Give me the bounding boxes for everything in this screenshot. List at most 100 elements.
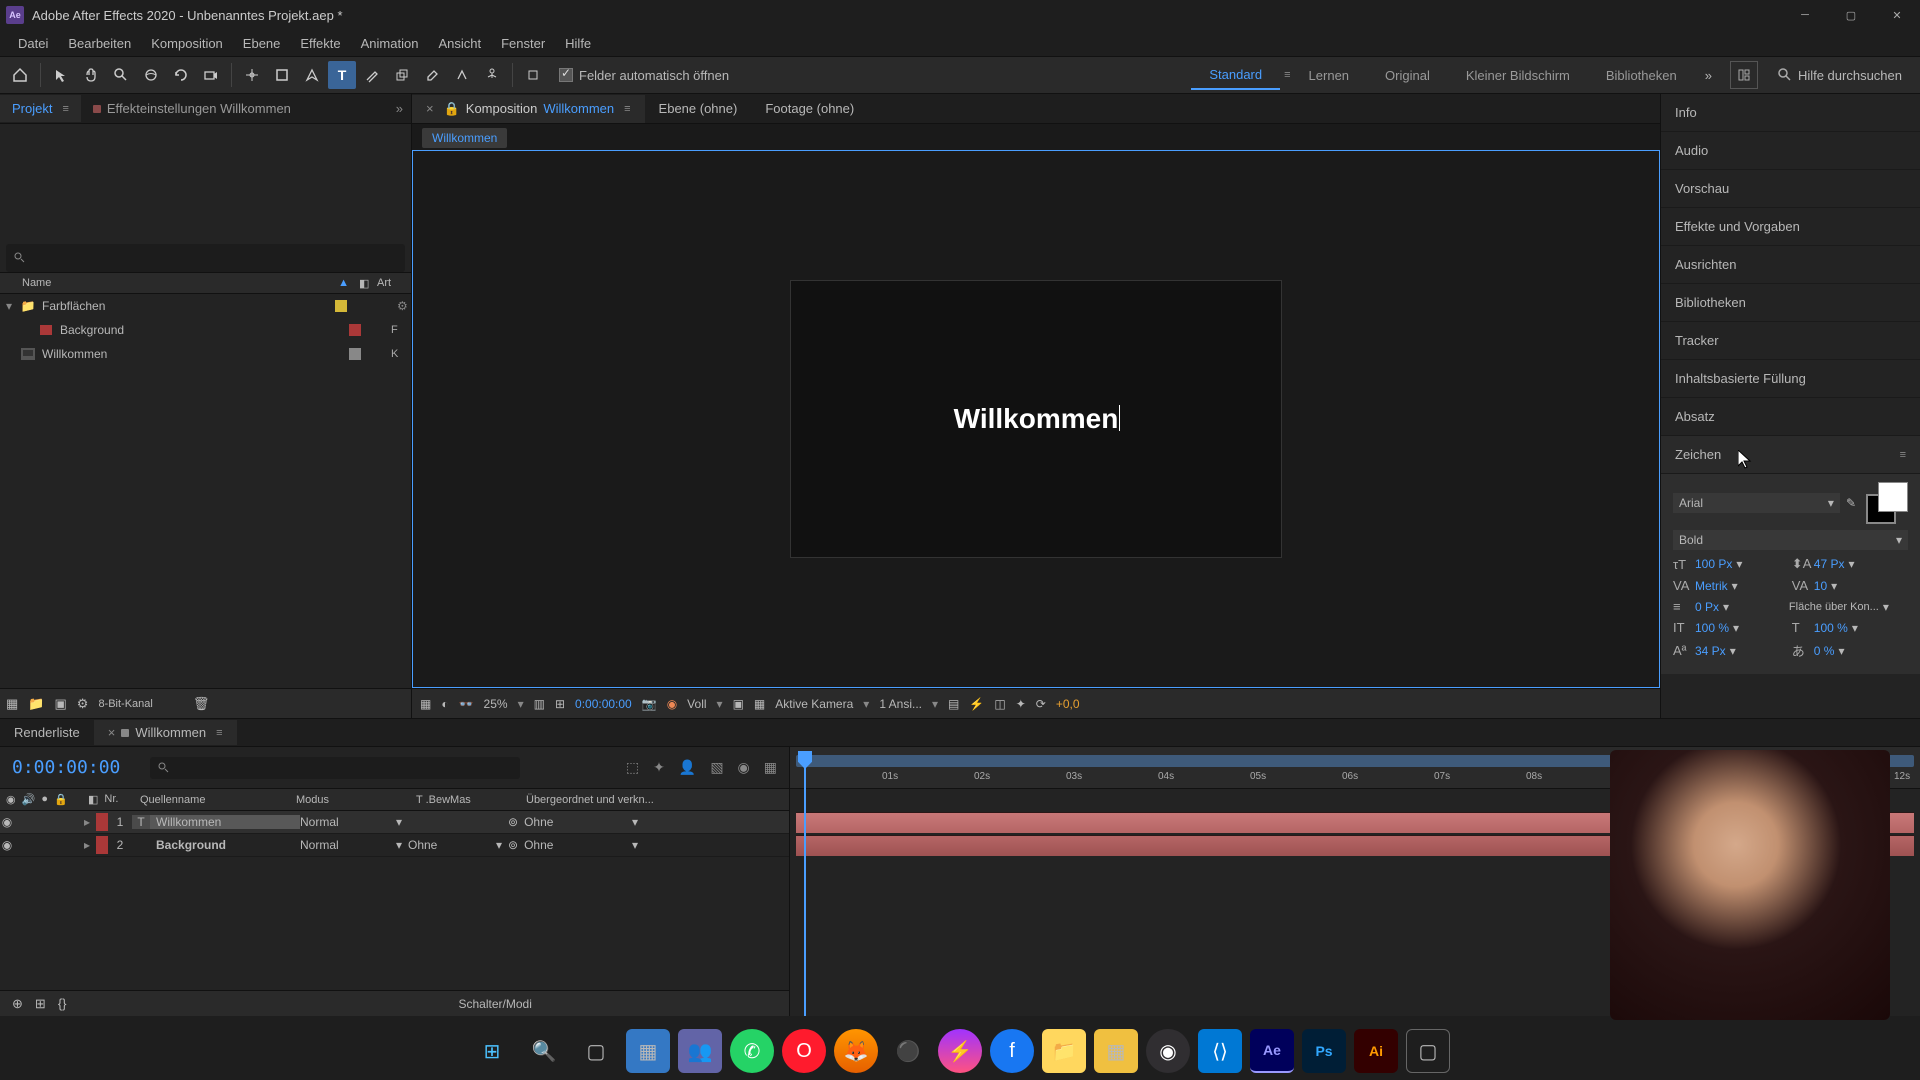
messenger-icon[interactable]: ⚡: [938, 1029, 982, 1073]
exposure-value[interactable]: +0,0: [1056, 697, 1080, 711]
panel-zeichen-header[interactable]: Zeichen≡: [1661, 436, 1920, 474]
panel-inhalt[interactable]: Inhaltsbasierte Füllung: [1661, 360, 1920, 398]
app-icon-1[interactable]: ⚫: [886, 1029, 930, 1073]
frame-blend-icon[interactable]: ▧: [710, 759, 723, 776]
composition-tab[interactable]: × 🔒 Komposition Willkommen ≡: [412, 95, 645, 123]
puppet-tool[interactable]: [478, 61, 506, 89]
channel-icon[interactable]: ◐: [441, 697, 448, 711]
clone-tool[interactable]: [388, 61, 416, 89]
panel-bibliotheken[interactable]: Bibliotheken: [1661, 284, 1920, 322]
menu-effekte[interactable]: Effekte: [290, 32, 350, 55]
grid-icon[interactable]: ⊞: [555, 697, 565, 711]
text-tool[interactable]: T: [328, 61, 356, 89]
views-dropdown[interactable]: 1 Ansi...: [879, 697, 922, 711]
illustrator-icon[interactable]: Ai: [1354, 1029, 1398, 1073]
composition-viewport[interactable]: Willkommen: [412, 150, 1660, 688]
hand-tool[interactable]: [77, 61, 105, 89]
workspace-standard[interactable]: Standard: [1191, 61, 1280, 90]
blend-mode-dropdown[interactable]: Normal▾: [300, 815, 408, 829]
vscale-input[interactable]: IT100 %▾: [1673, 620, 1786, 635]
panel-info[interactable]: Info: [1661, 94, 1920, 132]
home-tool[interactable]: [6, 61, 34, 89]
camera-dropdown[interactable]: Aktive Kamera: [775, 697, 853, 711]
panel-vorschau[interactable]: Vorschau: [1661, 170, 1920, 208]
facebook-icon[interactable]: f: [990, 1029, 1034, 1073]
zoom-tool[interactable]: [107, 61, 135, 89]
visibility-toggle[interactable]: ◉: [0, 815, 14, 829]
label-column-icon[interactable]: ◧: [359, 277, 377, 290]
stroke-width-input[interactable]: ≡0 Px▾: [1673, 599, 1783, 614]
menu-bearbeiten[interactable]: Bearbeiten: [58, 32, 141, 55]
transparency-icon[interactable]: ▦: [754, 697, 765, 711]
panel-effekte[interactable]: Effekte und Vorgaben: [1661, 208, 1920, 246]
toggle-switches-icon[interactable]: ⊕: [12, 996, 23, 1012]
menu-komposition[interactable]: Komposition: [141, 32, 233, 55]
search-button[interactable]: 🔍: [522, 1029, 566, 1073]
roi-icon[interactable]: ▣: [733, 697, 744, 711]
alpha-icon[interactable]: ▦: [420, 697, 431, 711]
menu-animation[interactable]: Animation: [351, 32, 429, 55]
start-button[interactable]: ⊞: [470, 1029, 514, 1073]
menu-ansicht[interactable]: Ansicht: [428, 32, 491, 55]
parent-dropdown[interactable]: ⊚Ohne▾: [508, 838, 638, 852]
panel-overflow-icon[interactable]: »: [388, 101, 411, 116]
resolution-dropdown[interactable]: Voll: [687, 697, 706, 711]
whatsapp-icon[interactable]: ✆: [730, 1029, 774, 1073]
rotate-tool[interactable]: [167, 61, 195, 89]
panel-absatz[interactable]: Absatz: [1661, 398, 1920, 436]
workspace-overflow-icon[interactable]: »: [1695, 68, 1722, 83]
leading-input[interactable]: ⬍A47 Px▾: [1792, 556, 1905, 572]
workspace-original[interactable]: Original: [1367, 62, 1448, 89]
project-row-comp[interactable]: Willkommen K: [0, 342, 411, 366]
pixel-icon[interactable]: ▤: [948, 697, 959, 711]
motion-blur-icon[interactable]: ◉: [738, 759, 750, 776]
shape-tool[interactable]: [268, 61, 296, 89]
font-style-dropdown[interactable]: Bold▾: [1673, 530, 1908, 550]
lock-column-icon[interactable]: 🔒: [54, 793, 68, 806]
eye-column-icon[interactable]: ◉: [6, 793, 16, 806]
task-view-button[interactable]: ▢: [574, 1029, 618, 1073]
snap-icon[interactable]: [519, 61, 547, 89]
roto-tool[interactable]: [448, 61, 476, 89]
fill-option-dropdown[interactable]: Fläche über Kon...▾: [1789, 600, 1908, 614]
canvas-text-layer[interactable]: Willkommen: [954, 403, 1119, 435]
brush-tool[interactable]: [358, 61, 386, 89]
visibility-toggle[interactable]: ◉: [0, 838, 14, 852]
maximize-button[interactable]: ▢: [1828, 0, 1874, 30]
3d-icon[interactable]: ◫: [994, 697, 1005, 711]
explorer-icon[interactable]: 📁: [1042, 1029, 1086, 1073]
snapshot-icon[interactable]: 📷: [642, 697, 657, 711]
firefox-icon[interactable]: 🦊: [834, 1029, 878, 1073]
camera-tool[interactable]: [197, 61, 225, 89]
parent-dropdown[interactable]: ⊚Ohne▾: [508, 815, 638, 829]
color-swatches[interactable]: [1866, 482, 1908, 524]
workspace-reset-icon[interactable]: [1730, 61, 1758, 89]
menu-datei[interactable]: Datei: [8, 32, 58, 55]
font-size-input[interactable]: τT100 Px▾: [1673, 557, 1786, 572]
mask-icon[interactable]: 👓: [459, 697, 474, 711]
tsume-input[interactable]: あ0 %▾: [1792, 641, 1905, 660]
hscale-input[interactable]: T100 %▾: [1792, 620, 1905, 635]
help-search[interactable]: Hilfe durchsuchen: [1766, 68, 1914, 83]
interpret-icon[interactable]: ▦: [6, 696, 18, 712]
app-icon-2[interactable]: ▦: [1094, 1029, 1138, 1073]
project-row-folder[interactable]: ▾ 📁 Farbflächen ⚙: [0, 294, 411, 318]
draft3d-tl-icon[interactable]: ✦: [653, 759, 665, 776]
new-comp-icon[interactable]: ▣: [54, 696, 66, 712]
timeline-layer-1[interactable]: ◉ ▸ 1 T Willkommen Normal▾ ⊚Ohne▾: [0, 811, 789, 834]
layer-tab[interactable]: Ebene (ohne): [645, 95, 752, 122]
workspace-kleiner[interactable]: Kleiner Bildschirm: [1448, 62, 1588, 89]
toggle-brackets-icon[interactable]: {}: [58, 996, 67, 1011]
menu-hilfe[interactable]: Hilfe: [555, 32, 601, 55]
render-queue-tab[interactable]: Renderliste: [0, 720, 94, 745]
close-button[interactable]: ✕: [1874, 0, 1920, 30]
effect-controls-tab[interactable]: Effekteinstellungen Willkommen: [81, 95, 303, 122]
breadcrumb[interactable]: Willkommen: [422, 128, 507, 148]
menu-fenster[interactable]: Fenster: [491, 32, 555, 55]
baseline-input[interactable]: Aª34 Px▾: [1673, 643, 1786, 658]
zoom-dropdown[interactable]: 25%: [484, 697, 508, 711]
panel-tracker[interactable]: Tracker: [1661, 322, 1920, 360]
panel-audio[interactable]: Audio: [1661, 132, 1920, 170]
timeline-search[interactable]: [150, 757, 520, 779]
obs-icon[interactable]: ◉: [1146, 1029, 1190, 1073]
